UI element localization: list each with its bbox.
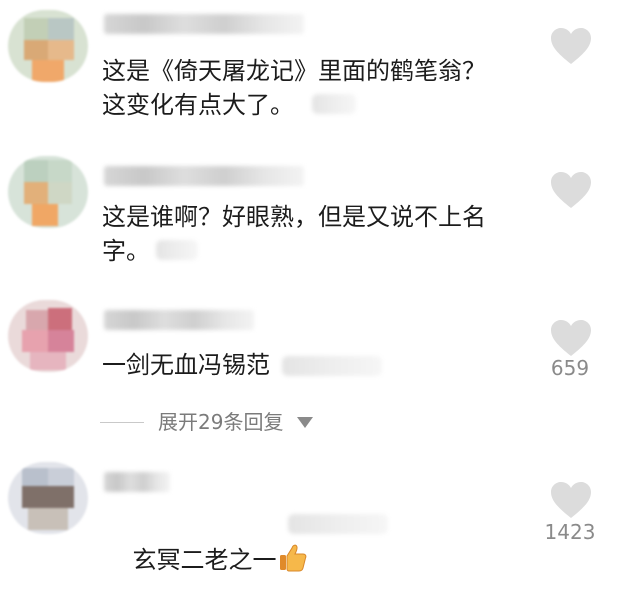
- emoji-blurred: [312, 94, 356, 114]
- avatar[interactable]: [8, 156, 88, 228]
- like-button[interactable]: [549, 318, 593, 358]
- emoji-blurred: [156, 240, 198, 260]
- username-blurred[interactable]: [104, 472, 170, 492]
- like-count: 659: [550, 356, 590, 380]
- triangle-down-icon[interactable]: [297, 417, 313, 428]
- like-button[interactable]: [549, 26, 593, 66]
- like-count: 1423: [544, 520, 596, 544]
- thumbs-up-icon: [279, 544, 306, 572]
- expand-replies-label[interactable]: 展开29条回复: [158, 408, 283, 436]
- comment-text: 这是《倚天屠龙记》里面的鹤笔翁？ 这变化有点大了。: [102, 57, 486, 119]
- like-button[interactable]: [549, 480, 593, 520]
- like-button[interactable]: [549, 170, 593, 210]
- avatar[interactable]: [8, 462, 88, 534]
- username-blurred[interactable]: [104, 310, 254, 330]
- heart-icon: [551, 28, 591, 64]
- avatar[interactable]: [8, 300, 88, 372]
- heart-icon: [551, 482, 591, 518]
- heart-icon: [551, 172, 591, 208]
- username-blurred[interactable]: [104, 166, 304, 186]
- emoji-blurred: [282, 356, 382, 376]
- avatar[interactable]: [8, 10, 88, 82]
- heart-icon: [551, 320, 591, 356]
- expand-replies[interactable]: 展开29条回复: [0, 408, 626, 438]
- divider: [100, 422, 144, 423]
- text-blurred: [288, 514, 388, 534]
- username-blurred[interactable]: [104, 14, 304, 34]
